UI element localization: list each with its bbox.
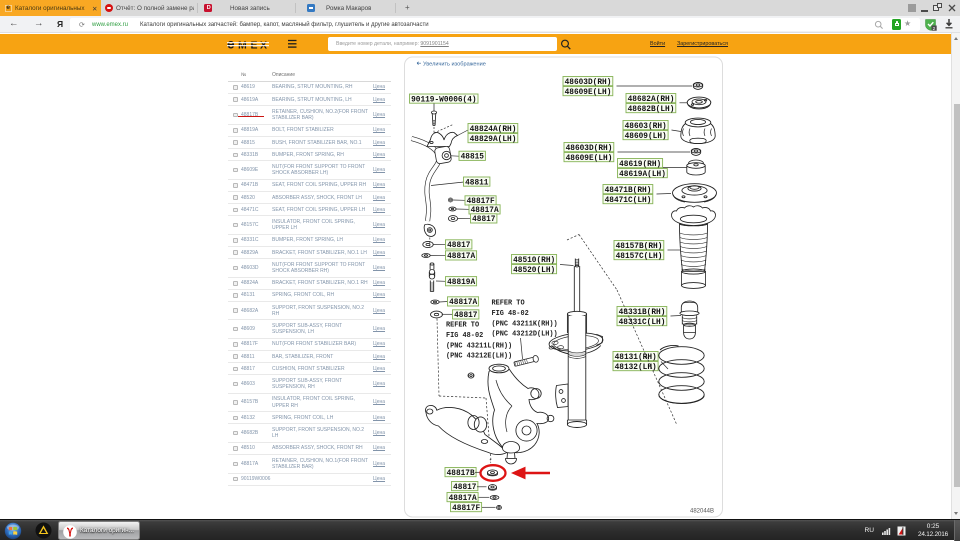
svg-text:48603(RH): 48603(RH)	[625, 123, 667, 131]
svg-text:482044B: 482044B	[690, 509, 714, 515]
svg-text:48619(RH): 48619(RH)	[619, 161, 661, 169]
svg-text:48682B(LH): 48682B(LH)	[628, 106, 675, 114]
svg-text:FIG 48-02: FIG 48-02	[492, 310, 529, 318]
svg-text:48471B(RH): 48471B(RH)	[605, 187, 652, 195]
svg-text:(PNC 43211L(RH)): (PNC 43211L(RH))	[446, 342, 512, 350]
svg-text:48131(RH): 48131(RH)	[615, 354, 657, 362]
svg-text:REFER TO: REFER TO	[446, 322, 479, 330]
svg-text:48817A: 48817A	[449, 299, 477, 307]
svg-text:48811: 48811	[465, 179, 489, 187]
svg-text:48471C(LH): 48471C(LH)	[605, 197, 652, 205]
svg-text:Увеличить изображение: Увеличить изображение	[423, 62, 486, 68]
svg-text:48603D(RH): 48603D(RH)	[566, 145, 613, 153]
svg-text:48815: 48815	[461, 154, 485, 162]
svg-text:48609E(LH): 48609E(LH)	[566, 155, 613, 163]
svg-text:48817A: 48817A	[449, 495, 477, 503]
svg-text:48619A(LH): 48619A(LH)	[619, 171, 666, 179]
svg-text:REFER TO: REFER TO	[492, 300, 525, 308]
svg-text:48157B(RH): 48157B(RH)	[616, 243, 663, 251]
svg-text:48603D(RH): 48603D(RH)	[565, 79, 612, 87]
svg-text:48817: 48817	[454, 312, 478, 320]
svg-text:48520(LH): 48520(LH)	[513, 267, 555, 275]
svg-text:48817B: 48817B	[447, 470, 475, 478]
svg-text:48682A(RH): 48682A(RH)	[628, 96, 675, 104]
svg-text:(PNC 43212E(LH)): (PNC 43212E(LH))	[446, 353, 512, 361]
svg-text:48157C(LH): 48157C(LH)	[616, 253, 663, 261]
svg-text:48510(RH): 48510(RH)	[513, 257, 555, 265]
svg-text:48817: 48817	[472, 216, 496, 224]
svg-text:48829A(LH): 48829A(LH)	[470, 136, 517, 144]
svg-text:90119-W0006(4): 90119-W0006(4)	[411, 96, 477, 104]
svg-text:48331C(LH): 48331C(LH)	[619, 319, 666, 327]
svg-text:48609(LH): 48609(LH)	[625, 133, 667, 141]
svg-text:48817A: 48817A	[447, 253, 475, 261]
svg-text:48609E(LH): 48609E(LH)	[565, 89, 612, 97]
svg-text:48817: 48817	[447, 242, 471, 250]
svg-text:48817: 48817	[453, 484, 477, 492]
svg-text:48819A: 48819A	[447, 279, 475, 287]
svg-text:(PNC 43212D(LH)): (PNC 43212D(LH))	[492, 331, 558, 339]
svg-text:48817F: 48817F	[452, 505, 480, 513]
svg-text:(PNC 43211K(RH)): (PNC 43211K(RH))	[492, 320, 558, 328]
svg-text:48824A(RH): 48824A(RH)	[470, 126, 517, 134]
svg-text:FIG 48-02: FIG 48-02	[446, 332, 483, 340]
